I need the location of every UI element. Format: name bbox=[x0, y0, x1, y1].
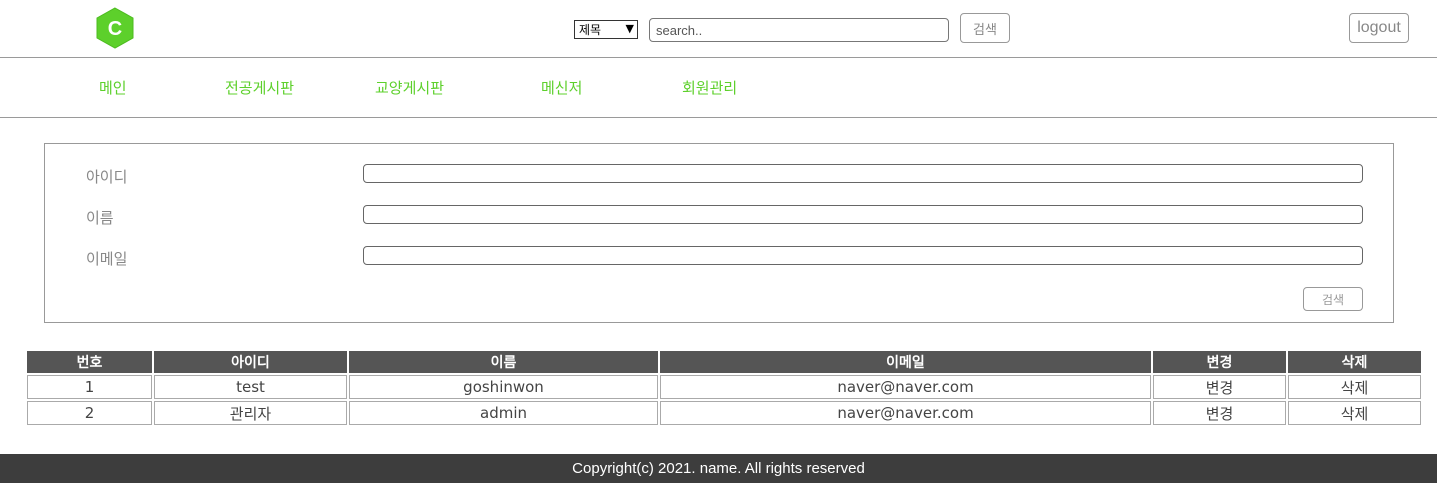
header: C 제목 ▼ 검색 logout bbox=[0, 0, 1437, 58]
table-row: 1 test goshinwon naver@naver.com 변경 삭제 bbox=[27, 375, 1421, 399]
column-header-number: 번호 bbox=[27, 351, 152, 373]
nav-item-major-board[interactable]: 전공게시판 bbox=[225, 77, 294, 98]
search-button-label: 검색 bbox=[973, 22, 997, 38]
nav-item-member-management[interactable]: 회원관리 bbox=[682, 77, 737, 98]
search-button[interactable]: 검색 bbox=[960, 13, 1010, 43]
delete-button[interactable]: 삭제 bbox=[1288, 401, 1421, 425]
chevron-down-icon: ▼ bbox=[625, 22, 634, 35]
column-header-email: 이메일 bbox=[660, 351, 1151, 373]
logo-letter: C bbox=[108, 18, 122, 40]
search-type-select[interactable]: 제목 ▼ bbox=[574, 20, 638, 39]
copyright-text: Copyright(c) 2021. name. All rights rese… bbox=[572, 460, 865, 477]
email-label: 이메일 bbox=[86, 250, 128, 268]
cell-name: admin bbox=[349, 401, 658, 425]
table-header-row: 번호 아이디 이름 이메일 변경 삭제 bbox=[27, 351, 1421, 373]
cell-id: test bbox=[154, 375, 347, 399]
column-header-id: 아이디 bbox=[154, 351, 347, 373]
name-field[interactable] bbox=[363, 205, 1363, 224]
cell-number: 2 bbox=[27, 401, 152, 425]
member-table: 번호 아이디 이름 이메일 변경 삭제 1 test goshinwon nav… bbox=[25, 349, 1423, 427]
logout-button-label: logout bbox=[1357, 19, 1401, 36]
email-field[interactable] bbox=[363, 246, 1363, 265]
edit-button[interactable]: 변경 bbox=[1153, 401, 1286, 425]
search-type-value: 제목 bbox=[579, 23, 602, 37]
nav-item-liberal-board[interactable]: 교양게시판 bbox=[375, 77, 444, 98]
cell-id: 관리자 bbox=[154, 401, 347, 425]
cell-email: naver@naver.com bbox=[660, 375, 1151, 399]
cell-number: 1 bbox=[27, 375, 152, 399]
member-search-button[interactable]: 검색 bbox=[1303, 287, 1363, 311]
logo-icon[interactable]: C bbox=[96, 7, 134, 49]
logout-button[interactable]: logout bbox=[1349, 13, 1409, 43]
column-header-edit: 변경 bbox=[1153, 351, 1286, 373]
main-nav: 메인 전공게시판 교양게시판 메신저 회원관리 bbox=[0, 58, 1437, 118]
member-search-button-label: 검색 bbox=[1321, 292, 1345, 307]
table-row: 2 관리자 admin naver@naver.com 변경 삭제 bbox=[27, 401, 1421, 425]
edit-button[interactable]: 변경 bbox=[1153, 375, 1286, 399]
search-input[interactable] bbox=[649, 18, 949, 42]
id-label: 아이디 bbox=[86, 168, 128, 186]
nav-item-messenger[interactable]: 메신저 bbox=[541, 77, 582, 98]
id-field[interactable] bbox=[363, 164, 1363, 183]
name-label: 이름 bbox=[86, 209, 114, 227]
column-header-delete: 삭제 bbox=[1288, 351, 1421, 373]
cell-name: goshinwon bbox=[349, 375, 658, 399]
cell-email: naver@naver.com bbox=[660, 401, 1151, 425]
footer: Copyright(c) 2021. name. All rights rese… bbox=[0, 454, 1437, 483]
nav-item-main[interactable]: 메인 bbox=[99, 77, 127, 98]
delete-button[interactable]: 삭제 bbox=[1288, 375, 1421, 399]
column-header-name: 이름 bbox=[349, 351, 658, 373]
member-search-form: 아이디 이름 이메일 검색 bbox=[44, 143, 1394, 323]
